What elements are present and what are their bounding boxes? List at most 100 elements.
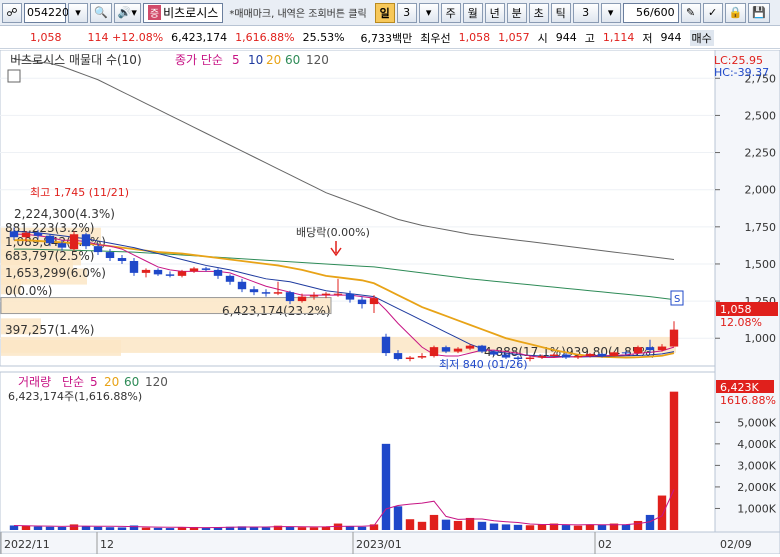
volume-bar bbox=[357, 526, 367, 530]
volume-ratio: 1,616.88% bbox=[235, 31, 295, 44]
period-tick-button[interactable]: 틱 bbox=[550, 2, 571, 23]
volume-bar bbox=[453, 520, 463, 530]
low-price: 944 bbox=[660, 31, 682, 44]
volume-bar bbox=[561, 525, 571, 530]
tick-dropdown-icon[interactable]: ▾ bbox=[600, 2, 621, 23]
volume-tick-label: 4,000K bbox=[737, 438, 776, 451]
volume-bar bbox=[249, 527, 259, 530]
volume-bar bbox=[309, 527, 319, 530]
volume-bar bbox=[165, 528, 175, 530]
candle-body bbox=[57, 243, 67, 248]
candle-body bbox=[561, 354, 571, 358]
volume-bar bbox=[381, 443, 391, 530]
candle-body bbox=[489, 351, 499, 355]
price-ma10: 10 bbox=[248, 53, 263, 67]
price-tick-label: 2,000 bbox=[745, 184, 777, 197]
volume-tick-label: 5,000K bbox=[737, 416, 776, 429]
volume-bar bbox=[537, 524, 547, 530]
candle-body bbox=[297, 296, 307, 302]
candle-body bbox=[117, 258, 127, 261]
speaker-icon[interactable]: 🔊▾ bbox=[113, 2, 141, 23]
volume-bar bbox=[45, 526, 55, 530]
candle-body bbox=[441, 347, 451, 352]
candle-body bbox=[21, 232, 31, 238]
lock-icon[interactable]: 🔒 bbox=[724, 2, 747, 23]
data-count-input[interactable]: 56/600 bbox=[622, 2, 679, 23]
volume-bar bbox=[153, 527, 163, 530]
volume-profile-label: 397,257(1.4%) bbox=[5, 323, 94, 337]
stock-name-box[interactable]: 증 비츠로시스 bbox=[142, 2, 224, 23]
volume-bar bbox=[513, 524, 523, 530]
candle-body bbox=[153, 269, 163, 275]
current-volume-pct: 1616.88% bbox=[720, 394, 776, 407]
volume-legend-title: 거래량 bbox=[18, 375, 51, 389]
stock-chart[interactable]: 2,224,300(4.3%)881,223(3.2%)1,089,842(3.… bbox=[0, 49, 780, 555]
candle-body bbox=[345, 293, 355, 300]
period-dropdown-icon[interactable]: ▾ bbox=[418, 2, 439, 23]
buy-tab[interactable]: 매수 bbox=[689, 29, 714, 46]
stock-name: 비츠로시스 bbox=[163, 6, 219, 20]
period-month-button[interactable]: 월 bbox=[462, 2, 483, 23]
candle-body bbox=[669, 329, 679, 347]
candle-body bbox=[9, 231, 19, 238]
candle-body bbox=[177, 271, 187, 276]
volume-tick-label: 3,000K bbox=[737, 459, 776, 472]
period-second-button[interactable]: 초 bbox=[528, 2, 549, 23]
volume-bar bbox=[141, 527, 151, 530]
price-ma120: 120 bbox=[306, 53, 329, 67]
x-axis-label: 12 bbox=[100, 538, 114, 551]
save-icon[interactable]: 💾 bbox=[748, 2, 771, 23]
market-tag: 증 bbox=[147, 5, 162, 20]
chart-area: 2,224,300(4.3%) 881,223(3.2%) 1,089,842(3.… bbox=[0, 49, 780, 555]
grid-toggle-icon[interactable] bbox=[7, 69, 21, 83]
price-ma5: 5 bbox=[232, 53, 240, 67]
period-count[interactable]: 3 bbox=[396, 2, 417, 23]
search-icon[interactable]: 🔍 bbox=[90, 2, 112, 23]
tick-count[interactable]: 3 bbox=[572, 2, 599, 23]
volume-bar bbox=[81, 526, 91, 530]
candle-body bbox=[357, 299, 367, 305]
x-axis-label: 02/09 bbox=[720, 538, 752, 551]
candle-body bbox=[405, 357, 415, 360]
stock-code-input[interactable]: 054220 bbox=[24, 2, 69, 23]
candle-body bbox=[609, 352, 619, 357]
best-bid: 1,057 bbox=[498, 31, 530, 44]
candle-body bbox=[597, 353, 607, 357]
period-week-button[interactable]: 주 bbox=[440, 2, 461, 23]
candle-body bbox=[237, 281, 247, 290]
candle-body bbox=[621, 352, 631, 354]
volume-bar bbox=[261, 527, 271, 530]
candle-body bbox=[417, 356, 427, 358]
candle-body bbox=[93, 246, 103, 253]
candle-body bbox=[33, 232, 43, 236]
link-icon[interactable]: ☍ bbox=[2, 2, 22, 23]
volume-bar bbox=[597, 524, 607, 530]
volume-tick-label: 2,000K bbox=[737, 481, 776, 494]
check-icon[interactable]: ✓ bbox=[702, 2, 723, 23]
price-tick-label: 2,250 bbox=[745, 147, 777, 160]
volume-profile-label: 881,223(3.2%) bbox=[5, 221, 94, 235]
volume-bar bbox=[525, 525, 535, 530]
volume-ma60: 60 bbox=[124, 375, 139, 389]
volume-bar bbox=[621, 524, 631, 530]
price-ma20: 20 bbox=[266, 53, 281, 67]
toolbar: ☍ 054220 ▾ 🔍 🔊▾ 증 비츠로시스 *매매마크, 내역은 조회버튼 … bbox=[0, 0, 780, 26]
period-year-button[interactable]: 년 bbox=[484, 2, 505, 23]
hc-value: HC:-39.37 bbox=[714, 66, 769, 79]
period-day-button[interactable]: 일 bbox=[374, 2, 395, 23]
high-label: 고 bbox=[584, 31, 595, 45]
period-minute-button[interactable]: 분 bbox=[506, 2, 527, 23]
volume-bar bbox=[429, 514, 439, 530]
candle-body bbox=[285, 292, 295, 302]
low-label: 저 bbox=[642, 31, 653, 45]
candle-body bbox=[381, 336, 391, 354]
volume-tick-label: 1,000K bbox=[737, 502, 776, 515]
candle-body bbox=[393, 353, 403, 360]
candle-body bbox=[261, 292, 271, 294]
candle-body bbox=[549, 354, 559, 357]
volume-profile-label: 683,797(2.5%) bbox=[5, 249, 94, 263]
chart-tools-icon[interactable]: ✎ bbox=[680, 2, 701, 23]
candle-body bbox=[369, 298, 379, 305]
code-dropdown-icon[interactable]: ▾ bbox=[68, 2, 88, 23]
price-ma60: 60 bbox=[285, 53, 300, 67]
